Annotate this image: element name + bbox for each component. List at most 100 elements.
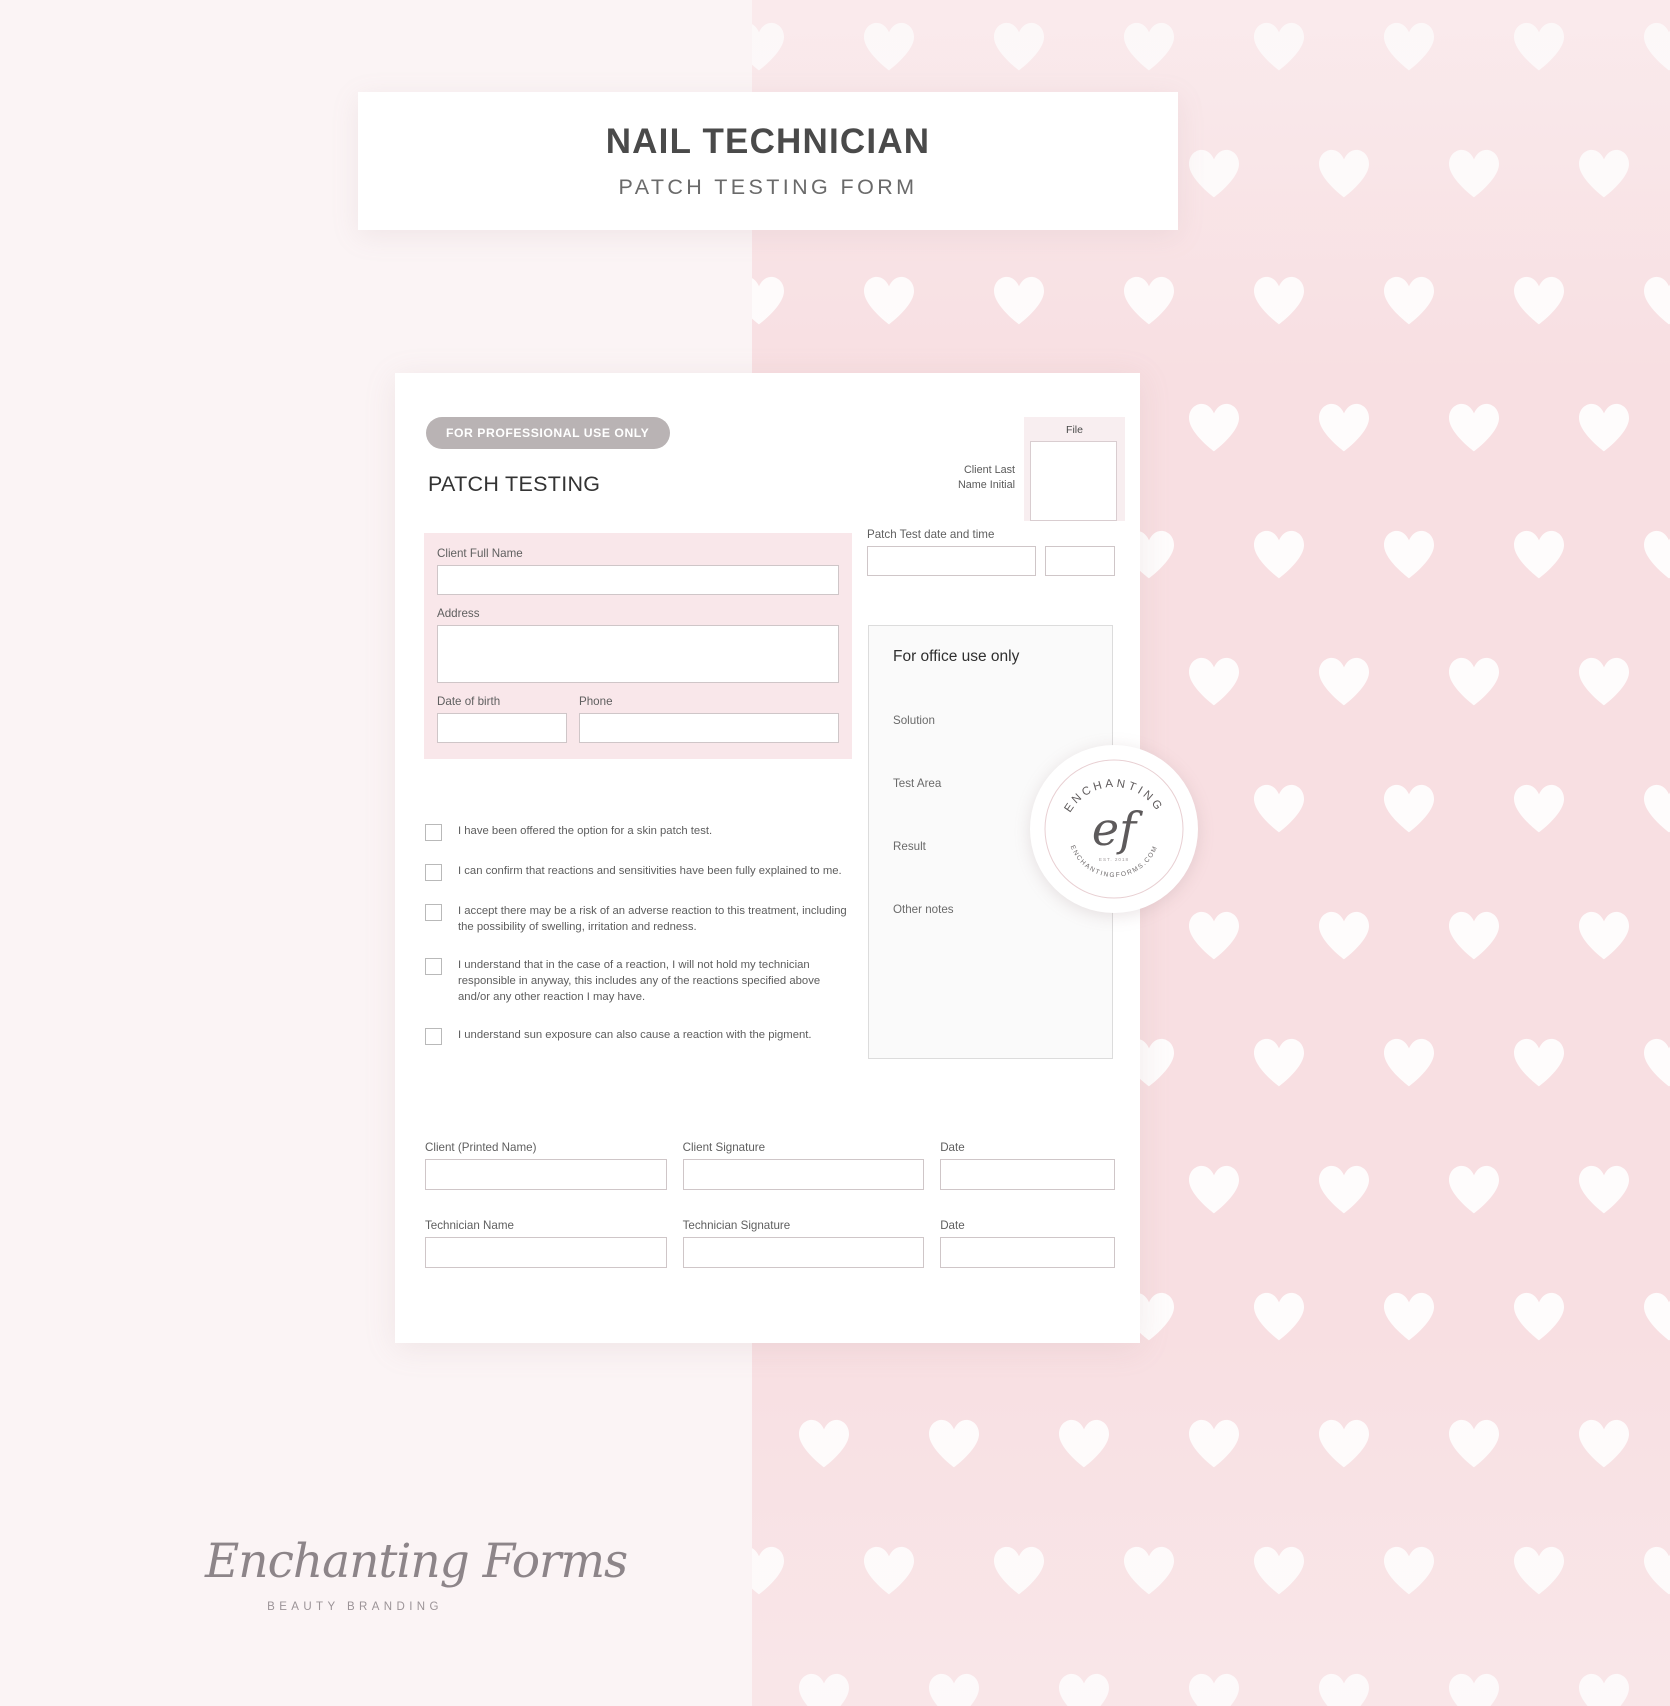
date-of-birth-input[interactable] xyxy=(437,713,567,743)
patch-test-date-input[interactable] xyxy=(867,546,1036,576)
heart-icon xyxy=(1252,1546,1306,1596)
heart-icon xyxy=(1187,911,1241,961)
address-label: Address xyxy=(437,607,480,620)
heart-icon xyxy=(1447,1165,1501,1215)
heart-icon xyxy=(1317,149,1371,199)
heart-icon xyxy=(862,276,916,326)
heart-icon xyxy=(1317,403,1371,453)
client-full-name-input[interactable] xyxy=(437,565,839,595)
brand-badge-logo: ENCHANTING ENCHANTINGFORMS.COM ef EST. 2… xyxy=(1030,745,1198,913)
technician-name-input[interactable] xyxy=(425,1237,667,1268)
heart-icon xyxy=(1122,22,1176,72)
heart-icon xyxy=(752,1546,786,1596)
consent-text: I have been offered the option for a ski… xyxy=(458,825,713,837)
client-printed-name-input[interactable] xyxy=(425,1159,667,1190)
technician-name-label: Technician Name xyxy=(425,1219,514,1232)
consent-checkbox[interactable] xyxy=(425,824,442,841)
heart-icon xyxy=(1447,1673,1501,1706)
page-title: NAIL TECHNICIAN xyxy=(605,122,931,161)
heart-icon xyxy=(862,22,916,72)
heart-icon xyxy=(1317,1419,1371,1469)
technician-signature-label: Technician Signature xyxy=(682,1219,791,1232)
consent-text: I understand sun exposure can also cause… xyxy=(458,1029,812,1041)
heart-icon xyxy=(927,1419,981,1469)
consent-item[interactable]: I understand that in the case of a react… xyxy=(425,957,855,1005)
heart-icon xyxy=(1187,1165,1241,1215)
client-full-name-label: Client Full Name xyxy=(437,547,523,560)
office-field-solution: Solution xyxy=(893,714,935,727)
heart-icon xyxy=(1382,22,1436,72)
consent-checkbox[interactable] xyxy=(425,1028,442,1045)
consent-item[interactable]: I accept there may be a risk of an adver… xyxy=(425,903,855,935)
phone-input[interactable] xyxy=(579,713,839,743)
heart-icon xyxy=(1512,1038,1566,1088)
consent-checkbox[interactable] xyxy=(425,904,442,921)
brand-badge-icon: ENCHANTING ENCHANTINGFORMS.COM ef EST. 2… xyxy=(1044,759,1184,899)
patch-test-date-group: Patch Test date and time xyxy=(867,528,1115,576)
address-input[interactable] xyxy=(437,625,839,683)
client-last-name-initial-label: Client Last Name Initial xyxy=(925,463,1015,493)
technician-signature-input[interactable] xyxy=(682,1237,925,1268)
form-page: FOR PROFESSIONAL USE ONLY PATCH TESTING … xyxy=(395,373,1140,1343)
heart-icon xyxy=(1642,22,1670,72)
consent-item[interactable]: I can confirm that reactions and sensiti… xyxy=(425,863,855,881)
file-box: File xyxy=(1024,417,1125,521)
heart-icon xyxy=(862,1546,916,1596)
consent-item[interactable]: I have been offered the option for a ski… xyxy=(425,823,855,841)
heart-icon xyxy=(992,1546,1046,1596)
consent-checkbox[interactable] xyxy=(425,958,442,975)
heart-icon xyxy=(1577,403,1631,453)
heart-icon xyxy=(1642,530,1670,580)
consent-text: I understand that in the case of a react… xyxy=(458,959,821,1003)
heart-icon xyxy=(927,1673,981,1706)
client-date-cell: Date xyxy=(940,1141,1115,1190)
heart-icon xyxy=(1577,1419,1631,1469)
heart-icon xyxy=(1252,1292,1306,1342)
heart-icon xyxy=(1252,1038,1306,1088)
client-signature-input[interactable] xyxy=(682,1159,925,1190)
heart-icon xyxy=(1382,530,1436,580)
heart-icon xyxy=(1382,276,1436,326)
heart-icon xyxy=(1447,911,1501,961)
client-date-input[interactable] xyxy=(940,1159,1115,1190)
heart-icon xyxy=(1512,276,1566,326)
footer-tagline: BEAUTY BRANDING xyxy=(267,1601,443,1613)
heart-icon xyxy=(1642,276,1670,326)
patch-test-time-input[interactable] xyxy=(1045,546,1115,576)
office-use-title: For office use only xyxy=(893,648,1020,665)
signature-row-technician: Technician Name Technician Signature Dat… xyxy=(425,1219,1115,1268)
client-initial-label-line2: Name Initial xyxy=(957,479,1015,491)
file-input[interactable] xyxy=(1030,441,1117,521)
client-initial-label-line1: Client Last xyxy=(963,464,1015,476)
svg-text:ef: ef xyxy=(1092,802,1143,856)
consent-text: I accept there may be a risk of an adver… xyxy=(458,905,847,933)
heart-icon xyxy=(1512,22,1566,72)
technician-date-input[interactable] xyxy=(940,1237,1115,1268)
client-info-block: Client Full Name Address Date of birth P… xyxy=(424,533,852,759)
heart-icon xyxy=(1252,22,1306,72)
heart-icon xyxy=(1187,149,1241,199)
client-signature-cell: Client Signature xyxy=(682,1141,925,1190)
heart-icon xyxy=(1642,784,1670,834)
consent-text: I can confirm that reactions and sensiti… xyxy=(458,865,842,877)
heart-icon xyxy=(992,276,1046,326)
consent-item[interactable]: I understand sun exposure can also cause… xyxy=(425,1027,855,1045)
technician-signature-cell: Technician Signature xyxy=(682,1219,925,1268)
svg-text:EST. 2018: EST. 2018 xyxy=(1099,857,1129,862)
consent-list: I have been offered the option for a ski… xyxy=(425,823,855,1067)
client-signature-label: Client Signature xyxy=(682,1141,766,1154)
technician-name-cell: Technician Name xyxy=(425,1219,667,1268)
heart-icon xyxy=(1447,149,1501,199)
footer-logo: Enchanting Forms BEAUTY BRANDING xyxy=(205,1538,628,1613)
heart-icon xyxy=(1187,403,1241,453)
page-subtitle: PATCH TESTING FORM xyxy=(618,175,918,199)
heart-icon xyxy=(1187,1419,1241,1469)
heart-icon xyxy=(1057,1673,1111,1706)
heart-icon xyxy=(1317,1673,1371,1706)
heart-icon xyxy=(752,22,786,72)
consent-checkbox[interactable] xyxy=(425,864,442,881)
heart-icon xyxy=(1577,1165,1631,1215)
technician-date-cell: Date xyxy=(940,1219,1115,1268)
heart-icon xyxy=(1512,784,1566,834)
heart-icon xyxy=(1642,1546,1670,1596)
